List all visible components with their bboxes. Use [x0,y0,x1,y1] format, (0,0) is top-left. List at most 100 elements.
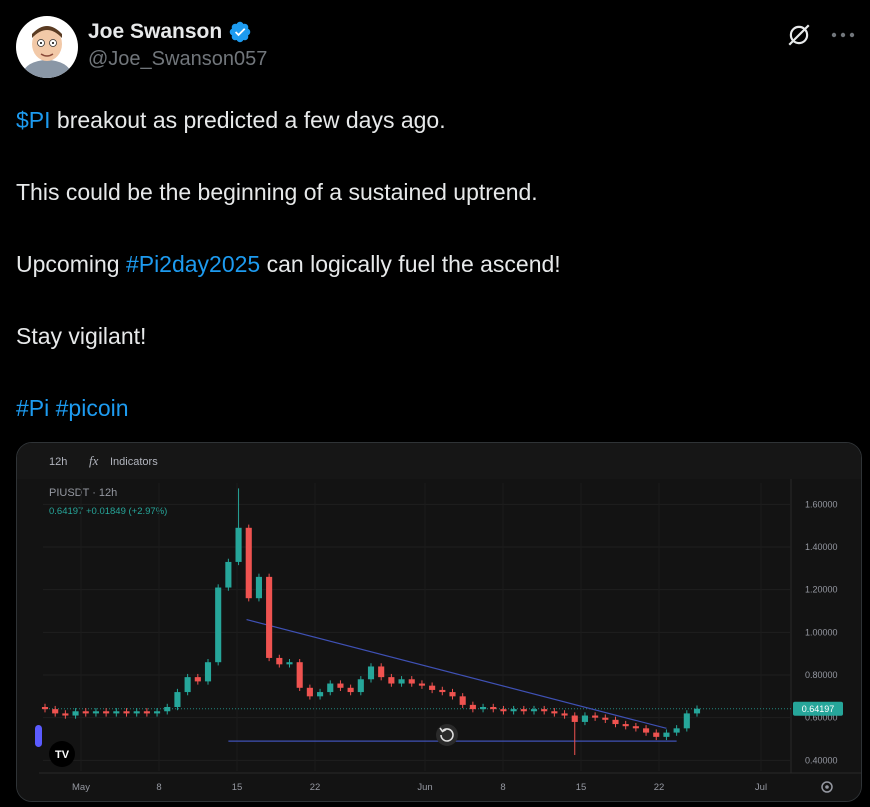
candle-body [500,709,507,712]
candle-body [418,683,425,686]
more-options-icon[interactable] [830,22,856,48]
candle-body [174,692,181,707]
candle-body [367,666,375,680]
current-price-label: 0.64197 [802,704,835,714]
avatar[interactable] [16,16,78,78]
x-tick-label: 22 [654,782,665,793]
candle-body [612,719,619,725]
indicators-button[interactable]: Indicators [110,456,158,468]
candle-body [408,679,415,684]
candle-body [643,728,650,733]
candle-body [255,576,262,599]
candle-body [306,687,313,697]
candle-body [357,679,364,693]
x-tick-label: 15 [232,782,243,793]
tweet-line-2: This could be the beginning of a sustain… [16,179,538,205]
candle-body [622,724,629,727]
tweet-text: $PI breakout as predicted a few days ago… [16,104,856,424]
tweet-line-1: $PI breakout as predicted a few days ago… [16,104,856,136]
candle-body [673,728,680,733]
replay-icon[interactable] [436,724,458,746]
candle-body [581,715,588,722]
candle-body [184,677,191,693]
candle-body [551,711,558,714]
cashtag-pi[interactable]: $PI [16,107,51,133]
scroll-handle[interactable] [35,725,42,747]
author-handle[interactable]: @Joe_Swanson057 [88,48,267,71]
candle-body [663,732,670,737]
hashtag-pi2day2025[interactable]: #Pi2day2025 [126,251,260,277]
y-tick-label: 1.00000 [805,627,838,637]
candle-body [204,662,212,682]
candle-body [164,707,171,712]
candle-body [317,692,324,697]
candle-body [449,692,456,697]
candle-body [632,726,639,729]
x-tick-label: 22 [310,782,321,793]
candle-body [266,576,273,658]
fx-icon: fx [89,453,99,468]
candle-body [72,711,79,716]
candle-body [103,711,110,714]
tweet-hashtags: #Pi #picoin [16,392,856,424]
candle-body [398,679,405,684]
y-tick-label: 0.40000 [805,755,838,765]
avatar-image [16,16,78,78]
tweet-line-1-text: breakout as predicted a few days ago. [50,107,446,133]
author-block: Joe Swanson @Joe_Swanson057 [88,20,267,71]
candle-body [429,685,436,690]
hashtag-pi[interactable]: #Pi [16,395,49,421]
candle-body [62,713,69,716]
symbol-label: PIUSDT · 12h [49,487,117,499]
tweet-line-3-post: can logically fuel the ascend! [260,251,561,277]
candle-body [602,717,609,720]
x-tick-label: 8 [500,782,505,793]
grok-icon[interactable] [786,22,812,48]
candle-body [235,527,242,562]
candle-body [337,683,344,688]
candle-body [520,709,527,712]
candle-body [571,715,578,722]
y-tick-label: 0.80000 [805,670,838,680]
candle-body [113,711,120,714]
chart-image[interactable]: 12h fx Indicators PIUSDT · 12h 0.64197 +… [16,442,862,802]
candle-body [347,687,354,693]
candle-body [480,707,487,710]
candle-body [541,709,548,712]
candle-body [683,713,690,729]
candle-body [82,711,89,714]
hashtag-picoin[interactable]: #picoin [56,395,129,421]
y-tick-label: 1.20000 [805,585,838,595]
x-tick-label: Jun [417,782,432,793]
tweet-line-3: Upcoming #Pi2day2025 can logically fuel … [16,248,856,280]
x-tick-label: 15 [576,782,587,793]
x-tick-label: May [72,782,90,793]
candle-body [123,711,130,714]
author-name[interactable]: Joe Swanson [88,20,222,44]
candle-body [327,683,334,693]
svg-text:TV: TV [55,749,70,761]
candle-body [561,713,568,716]
tradingview-logo: TV [49,741,75,767]
candle-body [133,711,140,714]
candle-body [592,715,599,718]
candle-body [490,707,497,710]
candle-body [388,677,395,684]
candle-body [296,662,303,688]
candle-body [469,704,476,710]
candle-body [459,696,466,705]
price-chart: 12h fx Indicators PIUSDT · 12h 0.64197 +… [17,443,861,801]
candle-body [439,689,446,693]
candle-body [378,666,385,678]
tweet-line-4: Stay vigilant! [16,323,147,349]
y-tick-label: 1.40000 [805,542,838,552]
candle-body [194,677,201,682]
candle-body [286,662,293,665]
top-actions [786,22,856,48]
candle-body [693,708,701,714]
candle-body [52,709,59,714]
interval-button[interactable]: 12h [49,456,67,468]
candle-body [653,732,660,737]
candle-body [143,711,150,714]
price-change-label: 0.64197 +0.01849 (+2.97%) [49,506,167,517]
